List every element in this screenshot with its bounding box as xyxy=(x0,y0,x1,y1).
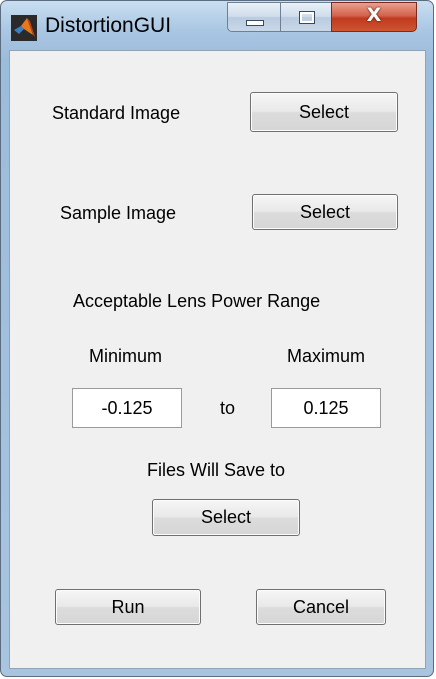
save-location-select-button[interactable]: Select xyxy=(152,499,300,536)
minimize-button[interactable] xyxy=(227,2,281,32)
matlab-logo-icon xyxy=(11,15,37,41)
app-window: DistortionGUI X Standard Image Select Sa… xyxy=(0,0,434,677)
lens-power-heading: Acceptable Lens Power Range xyxy=(73,291,321,311)
title-bar[interactable]: DistortionGUI X xyxy=(1,1,433,51)
sample-image-label: Sample Image xyxy=(60,203,177,223)
maximum-power-field[interactable] xyxy=(271,388,381,428)
maximize-icon xyxy=(299,11,315,24)
client-area: Standard Image Select Sample Image Selec… xyxy=(9,50,426,669)
minimize-icon xyxy=(246,20,264,26)
window-title: DistortionGUI xyxy=(45,14,172,37)
standard-image-label: Standard Image xyxy=(52,103,181,123)
run-button[interactable]: Run xyxy=(55,589,201,625)
save-location-label: Files Will Save to xyxy=(147,460,286,480)
range-separator: to xyxy=(220,398,236,418)
cancel-button[interactable]: Cancel xyxy=(256,589,386,625)
minimum-label: Minimum xyxy=(89,346,163,366)
sample-image-select-button[interactable]: Select xyxy=(252,194,398,230)
minimum-power-field[interactable] xyxy=(72,388,182,428)
close-button[interactable]: X xyxy=(331,2,417,32)
close-icon: X xyxy=(366,4,382,26)
maximum-label: Maximum xyxy=(287,346,366,366)
standard-image-select-button[interactable]: Select xyxy=(250,92,398,132)
maximize-button[interactable] xyxy=(280,2,332,32)
